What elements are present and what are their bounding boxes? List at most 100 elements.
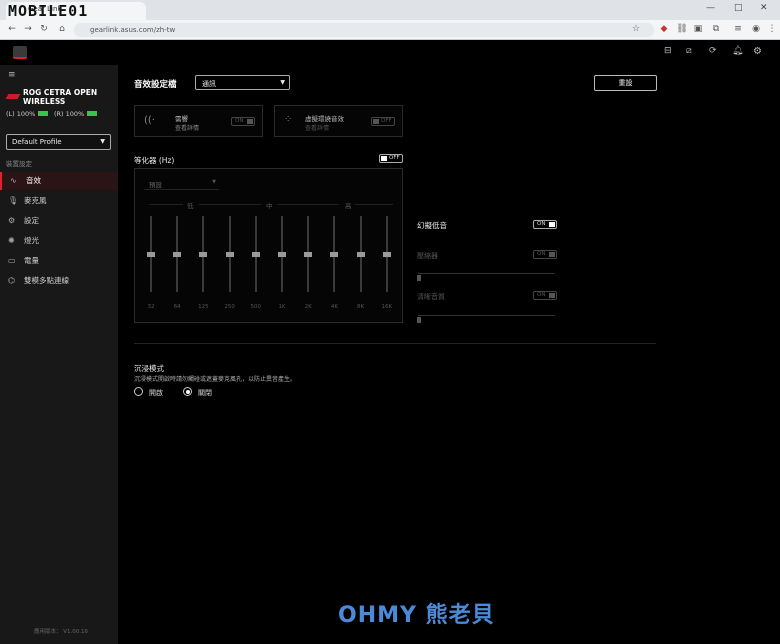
clarity-slider-track[interactable]: [418, 315, 555, 316]
reload-icon[interactable]: ↻: [38, 24, 50, 34]
sonic-toggle[interactable]: ON: [231, 117, 255, 126]
toggle-knob: [247, 119, 253, 124]
device-name-line2: WIRELESS: [23, 97, 66, 106]
compressor-toggle[interactable]: ON: [533, 250, 557, 259]
sidebar-item-label: 燈光: [24, 236, 39, 245]
eq-title: 等化器 (Hz): [134, 156, 175, 165]
sidebar-item-label: 雙模多點連線: [24, 276, 69, 285]
bass-boost-toggle[interactable]: ON: [533, 220, 557, 229]
hamburger-icon[interactable]: ≡: [8, 70, 16, 80]
toggle-text: OFF: [389, 155, 400, 161]
reset-label: 重設: [618, 79, 633, 87]
immersive-on-radio[interactable]: [134, 387, 143, 396]
clarity-toggle[interactable]: ON: [533, 291, 557, 300]
sidebar-item-multipoint[interactable]: ⌬ 雙模多點連線: [0, 272, 118, 290]
link-icon[interactable]: ⛓: [676, 24, 688, 34]
watermark-bottom: OHMY 熊老貝: [338, 603, 495, 628]
eq-frequency-label: 64: [173, 304, 181, 310]
eq-slider-handle[interactable]: [147, 252, 155, 257]
bookmark-icon[interactable]: ☆: [630, 24, 642, 34]
sidebar-item-battery[interactable]: ▭ 電量: [0, 252, 118, 270]
maximize-icon[interactable]: □: [734, 3, 743, 13]
battery-left-icon: [38, 111, 48, 116]
eq-slider-handle[interactable]: [330, 252, 339, 257]
profile-dropdown-value: Default Profile: [12, 138, 62, 146]
eq-slider-handle[interactable]: [199, 252, 208, 257]
reading-list-icon[interactable]: ≡: [732, 24, 744, 34]
toggle-text: ON: [537, 221, 546, 227]
close-icon[interactable]: ✕: [760, 3, 768, 13]
eq-frequency-label: 500: [250, 304, 262, 310]
surround-card-details-link[interactable]: 查看詳情: [305, 123, 329, 132]
clarity-slider-handle[interactable]: [417, 317, 421, 323]
device-icon[interactable]: [13, 46, 27, 59]
sidebar-item-label: 音效: [26, 176, 41, 185]
eq-frequency-label: 2K: [304, 304, 312, 310]
sidebar-item-settings[interactable]: ⚙ 設定: [0, 212, 118, 230]
extension-puzzle-icon[interactable]: ▣: [692, 24, 704, 34]
multipoint-icon: ⌬: [8, 276, 15, 285]
eq-slider-handle[interactable]: [278, 252, 286, 257]
gear-icon[interactable]: ⚙: [753, 46, 762, 57]
forward-icon[interactable]: →: [22, 24, 34, 34]
minimize-icon[interactable]: —: [706, 3, 715, 13]
sound-wave-icon: ((·: [144, 115, 155, 126]
battery-right: (R) 100%: [54, 110, 85, 118]
reset-button[interactable]: 重設: [594, 75, 657, 91]
bass-boost-label: 幻擬低音: [417, 221, 447, 230]
profile-dropdown[interactable]: Default Profile ▼: [6, 134, 111, 150]
eq-slider-handle[interactable]: [382, 252, 391, 257]
menu-icon[interactable]: ⋮: [766, 24, 778, 34]
extensions-icon[interactable]: ⧉: [710, 24, 722, 34]
download-icon[interactable]: ⊟: [664, 46, 672, 56]
eq-group-high: 高: [345, 202, 352, 210]
screen-icon[interactable]: ⧄: [686, 46, 692, 56]
eq-group-mid: 中: [266, 202, 273, 210]
toggle-knob: [381, 156, 387, 161]
sidebar-item-lighting[interactable]: ✺ 燈光: [0, 232, 118, 250]
profile-icon[interactable]: ◉: [750, 24, 762, 34]
immersive-off-label[interactable]: 關閉: [198, 388, 212, 398]
eq-preset-dropdown[interactable]: 預設 ▼: [144, 177, 219, 190]
chevron-down-icon: ▼: [212, 179, 216, 185]
sync-icon[interactable]: ⟳: [709, 46, 717, 56]
extension-icon[interactable]: ◆: [658, 24, 670, 34]
compressor-slider-handle[interactable]: [417, 275, 421, 281]
eq-toggle[interactable]: OFF: [379, 154, 403, 163]
sidebar-item-label: 設定: [24, 216, 39, 225]
eq-frequency-label: 32: [147, 304, 155, 310]
surround-icon: ⁘: [284, 114, 293, 125]
eq-group-divider: [277, 204, 339, 205]
sidebar-item-audio[interactable]: ∿ 音效: [0, 172, 118, 190]
browser-tab-bar: Gear Link MOBILE01 — □ ✕: [0, 0, 780, 20]
immersive-off-radio[interactable]: [183, 387, 192, 396]
toggle-knob: [373, 119, 379, 124]
app-top-bar: ⊟ ⧄ ⟳ 🔔︎ ⚙: [0, 41, 780, 65]
back-icon[interactable]: ←: [6, 24, 18, 34]
toggle-text: ON: [235, 118, 244, 124]
toggle-text: ON: [537, 292, 546, 298]
url-field[interactable]: gearlink.asus.com/zh-tw: [74, 23, 654, 37]
clarity-label: 清晰音質: [417, 293, 445, 301]
main-panel: 音效設定檔 通訊 ▼ 重設 ((· 需響 查看詳情 ON ⁘ 虛擬環繞音效 查看…: [118, 65, 780, 644]
immersive-title: 沉浸模式: [134, 364, 164, 373]
rog-logo-icon: [5, 94, 21, 99]
eq-slider-handle[interactable]: [173, 252, 182, 257]
eq-slider-handle[interactable]: [225, 252, 234, 257]
eq-slider-handle[interactable]: [304, 252, 313, 257]
notification-icon[interactable]: 🔔︎: [732, 46, 743, 56]
home-icon[interactable]: ⌂: [56, 24, 68, 34]
settings-icon: ⚙: [8, 216, 16, 225]
compressor-slider-track[interactable]: [418, 273, 555, 274]
audio-profile-dropdown[interactable]: 通訊 ▼: [195, 75, 290, 90]
watermark-top: MOBILE01: [8, 2, 89, 20]
surround-toggle[interactable]: OFF: [371, 117, 395, 126]
eq-slider-handle[interactable]: [251, 252, 260, 257]
sidebar-item-microphone[interactable]: 🎙︎ 麥克風: [0, 192, 118, 210]
immersive-on-label[interactable]: 開啟: [149, 388, 163, 398]
eq-group-divider: [199, 204, 261, 205]
virtual-surround-card: ⁘ 虛擬環繞音效 查看詳情 OFF: [274, 105, 403, 137]
eq-slider-handle[interactable]: [356, 252, 365, 257]
sonic-card-details-link[interactable]: 查看詳情: [175, 123, 199, 132]
profile-label: 音效設定檔: [134, 80, 177, 90]
